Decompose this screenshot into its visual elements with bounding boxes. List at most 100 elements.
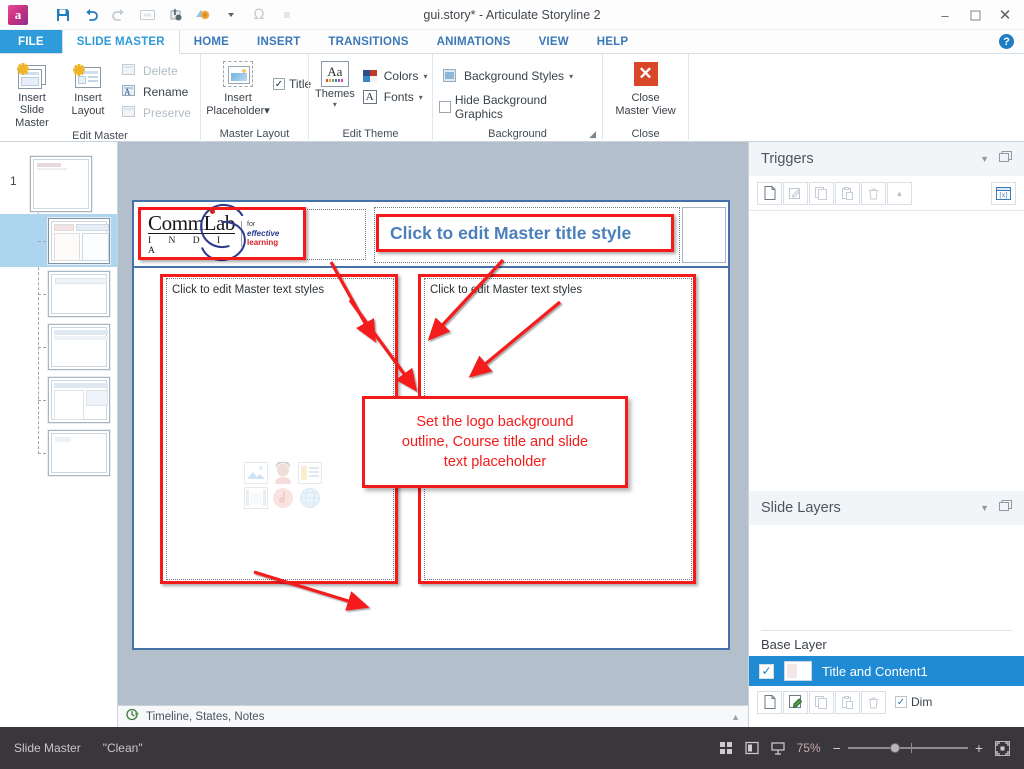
triggers-list-empty[interactable] (749, 211, 1024, 491)
fit-to-window-icon[interactable] (995, 740, 1010, 756)
slide-canvas[interactable]: CommLab I N D I A for effective learning (118, 142, 748, 705)
themes-button[interactable]: Aa Themes ▾ (315, 59, 355, 109)
zoom-in-button[interactable]: + (975, 740, 983, 756)
insert-slide-master-label-2: Master (15, 117, 49, 129)
close-master-view-label-2: Master View (615, 105, 676, 117)
workspace: 1 CommLab I N D I A for effective learni… (0, 142, 1024, 727)
dim-checkbox[interactable]: ✓ Dim (895, 695, 932, 709)
character-icon[interactable] (271, 462, 295, 484)
storyline-window: a Ω ≡ gui.story* - Articulate Storyline … (0, 0, 1024, 769)
publish-icon[interactable] (162, 3, 188, 27)
delete-master-label: Delete (142, 64, 178, 78)
ribbon-filler (688, 54, 1024, 142)
tab-insert[interactable]: INSERT (243, 30, 314, 53)
presenter-view-icon[interactable] (770, 741, 785, 755)
triggers-panel-actions: ▼ (980, 150, 1012, 168)
insert-slide-master-button[interactable]: Insert Slide Master (6, 59, 58, 129)
help-icon[interactable]: ? (999, 34, 1014, 49)
ribbon-group-master-layout: Insert Placeholder▾ ✓ Title Master Layou… (200, 54, 311, 142)
undock-icon[interactable] (999, 150, 1012, 168)
story-view-icon[interactable] (719, 741, 733, 755)
undo-icon[interactable] (78, 3, 104, 27)
thumb-title-and-content1[interactable] (48, 218, 110, 264)
tab-home[interactable]: HOME (180, 30, 243, 53)
background-dialog-launcher-icon[interactable]: ◢ (589, 129, 596, 140)
table-icon[interactable] (298, 462, 322, 484)
new-layer-button[interactable] (757, 690, 782, 714)
background-styles-button[interactable]: Background Styles ▾ (439, 67, 596, 85)
maximize-button[interactable] (960, 2, 990, 28)
delete-master-button: Delete (118, 62, 194, 80)
audio-icon[interactable] (271, 487, 295, 509)
zoom-slider-handle[interactable] (889, 743, 900, 753)
chevron-down-icon[interactable]: ▼ (980, 503, 989, 513)
translation-icon[interactable] (190, 3, 216, 27)
save-icon[interactable] (50, 3, 76, 27)
minimize-button[interactable]: – (930, 2, 960, 28)
customize-qat-icon[interactable]: ≡ (274, 3, 300, 27)
undock-icon[interactable] (999, 499, 1012, 517)
annotation-callout: Set the logo background outline, Course … (362, 396, 628, 488)
themes-icon: Aa (320, 61, 349, 87)
rename-master-button[interactable]: A Rename (118, 83, 194, 101)
close-master-view-button[interactable]: ✕ Close Master View (609, 59, 682, 117)
insert-layout-button[interactable]: Insert Layout (62, 59, 114, 117)
delete-trigger-button (861, 181, 886, 205)
colors-caret-icon[interactable]: ▾ (423, 72, 427, 81)
thumb-master[interactable] (30, 156, 92, 212)
slide-master-surface[interactable]: CommLab I N D I A for effective learning (132, 200, 730, 650)
timeline-strip-label: Timeline, States, Notes (146, 710, 265, 723)
dropdown-caret-icon[interactable] (218, 3, 244, 27)
thumb-layout-5[interactable] (48, 377, 110, 423)
zoom-control[interactable]: − + (833, 740, 983, 756)
slide-layers-panel-actions: ▼ (980, 499, 1012, 517)
svg-text:[x]: [x] (999, 191, 1007, 199)
themes-caret-icon[interactable]: ▾ (333, 101, 337, 109)
slide-thumbnail-panel[interactable]: 1 (0, 142, 118, 727)
chevron-up-icon[interactable]: ▲ (731, 712, 740, 722)
redo-icon (106, 3, 132, 27)
theme-fonts-button[interactable]: A Fonts ▾ (359, 88, 431, 106)
timeline-strip[interactable]: Timeline, States, Notes ▲ (118, 705, 748, 727)
picture-icon[interactable] (244, 462, 268, 484)
layer-properties-button[interactable] (783, 690, 808, 714)
thumb-layout-3[interactable] (48, 271, 110, 317)
zoom-slider[interactable] (847, 743, 968, 753)
tab-view[interactable]: VIEW (525, 30, 583, 53)
slide-layers-empty-area[interactable] (749, 525, 1024, 630)
tab-help[interactable]: HELP (583, 30, 642, 53)
tab-slide-master[interactable]: SLIDE MASTER (61, 30, 180, 54)
delete-layer-button (861, 690, 886, 714)
thumb-layout-4[interactable] (48, 324, 110, 370)
zoom-out-button[interactable]: − (833, 740, 841, 756)
background-group-label-text: Background (488, 128, 547, 140)
theme-colors-button[interactable]: Colors ▾ (359, 67, 431, 85)
new-trigger-button[interactable] (757, 181, 782, 205)
chevron-down-icon[interactable]: ▼ (980, 154, 989, 164)
tab-file[interactable]: FILE (0, 30, 62, 53)
close-button[interactable]: ✕ (990, 2, 1020, 28)
title-checkbox[interactable]: ✓ Title (273, 77, 311, 91)
insert-placeholder-button[interactable]: Insert Placeholder▾ (206, 59, 270, 117)
video-icon[interactable] (244, 487, 268, 509)
status-mode-label: Slide Master (14, 741, 81, 755)
insert-placeholder-label-2-text: Placeholder (206, 105, 265, 117)
hide-background-graphics-checkbox[interactable]: ✓ Hide Background Graphics (439, 93, 596, 121)
web-object-icon[interactable] (298, 487, 322, 509)
title-bar: a Ω ≡ gui.story* - Articulate Storyline … (0, 0, 1024, 30)
layer-row[interactable]: ✓ Title and Content1 (749, 656, 1024, 686)
manage-variables-button[interactable]: [x] (991, 181, 1016, 205)
fonts-caret-icon[interactable]: ▾ (419, 93, 423, 102)
content-placeholder-icons[interactable] (244, 462, 322, 509)
articulate-logo-icon: a (8, 4, 28, 25)
slide-view-icon[interactable] (744, 741, 759, 755)
layer-visibility-checkbox[interactable]: ✓ (759, 663, 774, 679)
background-styles-caret-icon[interactable]: ▾ (569, 72, 573, 81)
tab-transitions[interactable]: TRANSITIONS (314, 30, 422, 53)
preserve-icon (121, 105, 138, 121)
placeholder-caret-icon[interactable]: ▾ (264, 105, 270, 117)
slide-number-label: 1 (10, 174, 17, 188)
thumb-layout-6[interactable] (48, 430, 110, 476)
tab-animations[interactable]: ANIMATIONS (423, 30, 525, 53)
right-panel: Triggers ▼ ▲ [x] Slide Layers ▼ Base Lay… (748, 142, 1024, 727)
